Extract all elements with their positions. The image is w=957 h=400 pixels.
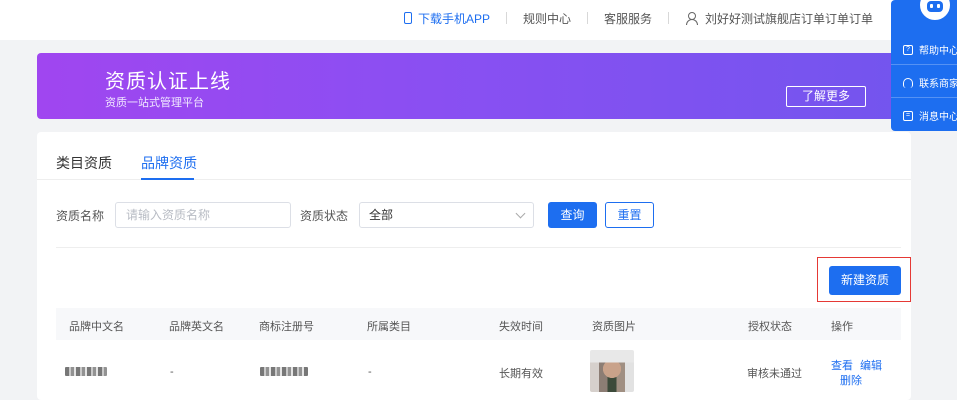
divider xyxy=(891,97,957,98)
floating-help-panel: ? 帮助中心 联系商家 = 消息中心 xyxy=(891,0,957,131)
active-tab-indicator xyxy=(141,178,194,180)
section-divider xyxy=(56,247,901,248)
divider xyxy=(891,64,957,65)
auth-status-cell: 审核未通过 xyxy=(747,368,802,380)
user-name: 刘好好测试旗舰店订单订单订单 xyxy=(704,11,873,26)
category-cell: - xyxy=(368,366,372,378)
contact-merchant-item[interactable]: 联系商家 xyxy=(903,75,957,90)
qualification-card: 类目资质 品牌资质 资质名称 资质状态 全部 查询 重置 新建资质 品牌中文名 … xyxy=(37,132,911,400)
promo-banner: 资质认证上线 资质一站式管理平台 了解更多 xyxy=(37,53,911,119)
message-icon: = xyxy=(903,110,913,121)
banner-title: 资质认证上线 xyxy=(105,71,231,93)
qualification-image-thumbnail[interactable] xyxy=(590,350,634,392)
robot-face xyxy=(927,1,943,12)
customer-service-link[interactable]: 客服服务 xyxy=(604,10,652,27)
column-header: 操作 xyxy=(831,321,853,333)
brand-english-name: - xyxy=(170,366,174,378)
view-link[interactable]: 查看 xyxy=(831,357,853,373)
headset-icon xyxy=(903,77,913,88)
user-icon xyxy=(685,12,698,25)
redacted-brand-name xyxy=(65,367,107,376)
table-header: 品牌中文名 品牌英文名 商标注册号 所属类目 失效时间 资质图片 授权状态 操作 xyxy=(56,308,901,340)
column-header: 商标注册号 xyxy=(259,321,314,333)
edit-link[interactable]: 编辑 xyxy=(860,357,882,373)
contact-merchant-label: 联系商家 xyxy=(919,79,957,90)
column-header: 所属类目 xyxy=(367,321,411,333)
tab-brand-qualification[interactable]: 品牌资质 xyxy=(141,153,197,173)
qualification-name-input[interactable] xyxy=(115,202,291,228)
download-app-label: 下载手机APP xyxy=(417,11,490,26)
status-select[interactable]: 全部 xyxy=(359,202,534,228)
column-header: 品牌中文名 xyxy=(69,321,124,333)
top-bar: 下载手机APP 规则中心 客服服务 刘好好测试旗舰店订单订单订单 xyxy=(0,0,957,40)
help-icon: ? xyxy=(903,44,913,55)
learn-more-button[interactable]: 了解更多 xyxy=(786,86,866,107)
new-qualification-button[interactable]: 新建资质 xyxy=(829,266,901,295)
column-header: 授权状态 xyxy=(748,321,792,333)
delete-link[interactable]: 删除 xyxy=(840,372,862,388)
name-filter-label: 资质名称 xyxy=(56,209,105,223)
column-header: 资质图片 xyxy=(592,321,636,333)
query-button[interactable]: 查询 xyxy=(548,202,597,228)
column-header: 失效时间 xyxy=(499,321,543,333)
status-select-value: 全部 xyxy=(369,208,394,222)
column-header: 品牌英文名 xyxy=(169,321,224,333)
help-center-item[interactable]: ? 帮助中心 xyxy=(903,42,957,57)
top-links: 下载手机APP 规则中心 客服服务 刘好好测试旗舰店订单订单订单 xyxy=(403,0,873,36)
divider xyxy=(505,12,507,24)
chevron-down-icon xyxy=(515,208,526,219)
message-center-item[interactable]: = 消息中心 xyxy=(903,108,957,123)
redacted-trademark-number xyxy=(260,367,308,376)
message-center-label: 消息中心 xyxy=(919,112,957,123)
rules-center-link[interactable]: 规则中心 xyxy=(523,10,571,27)
divider xyxy=(667,12,669,24)
tab-bar: 类目资质 品牌资质 xyxy=(37,132,911,180)
reset-button[interactable]: 重置 xyxy=(605,202,654,228)
tab-category-qualification[interactable]: 类目资质 xyxy=(56,153,112,173)
expire-time-cell: 长期有效 xyxy=(499,368,543,380)
banner-subtitle: 资质一站式管理平台 xyxy=(105,97,204,109)
mobile-phone-icon xyxy=(403,12,412,24)
divider xyxy=(586,12,588,24)
status-filter-label: 资质状态 xyxy=(300,209,349,223)
user-menu[interactable]: 刘好好测试旗舰店订单订单订单 xyxy=(685,10,873,27)
download-app-link[interactable]: 下载手机APP xyxy=(403,10,490,27)
help-center-label: 帮助中心 xyxy=(919,46,957,57)
